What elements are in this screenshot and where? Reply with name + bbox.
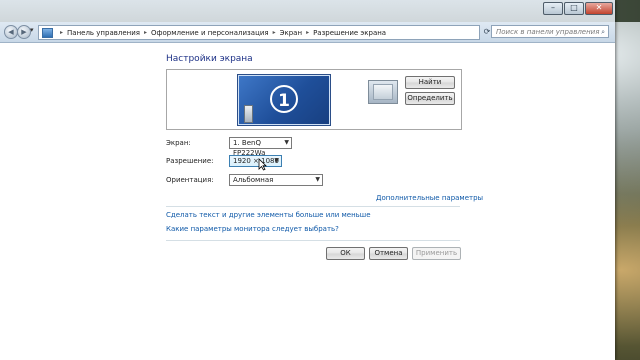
resolution-label: Разрешение: xyxy=(166,157,214,165)
control-panel-window: – □ ✕ ◀ ▶ ▾ ▸ Панель управления ▸ Оформл… xyxy=(0,0,615,360)
search-placeholder: Поиск в панели управления xyxy=(496,28,600,36)
breadcrumb-item-control-panel[interactable]: Панель управления xyxy=(67,29,140,37)
maximize-button[interactable]: □ xyxy=(564,2,584,15)
screen-select[interactable]: 1. BenQ FP222Wa ▼ xyxy=(229,137,292,157)
breadcrumb-item-display[interactable]: Экран xyxy=(280,29,302,37)
search-input[interactable]: Поиск в панели управления ⌕ xyxy=(491,25,609,38)
computer-icon xyxy=(244,105,253,123)
chevron-down-icon: ▼ xyxy=(315,176,320,183)
search-icon[interactable]: ⌕ xyxy=(601,26,605,39)
ok-button[interactable]: ОК xyxy=(326,247,365,260)
page-title: Настройки экрана xyxy=(166,54,253,64)
divider xyxy=(166,206,460,207)
resolution-select-value: 1920 × 1080 xyxy=(233,157,279,165)
chevron-down-icon: ▼ xyxy=(274,157,279,164)
control-panel-icon xyxy=(42,27,53,38)
monitor-help-link[interactable]: Какие параметры монитора следует выбрать… xyxy=(166,225,339,233)
breadcrumb-separator-icon[interactable]: ▸ xyxy=(273,29,276,36)
find-button[interactable]: Найти xyxy=(405,76,455,89)
breadcrumb-separator-icon[interactable]: ▸ xyxy=(60,29,63,36)
title-bar[interactable]: – □ ✕ xyxy=(0,0,615,22)
orientation-select-value: Альбомная xyxy=(233,176,274,184)
breadcrumb-separator-icon[interactable]: ▸ xyxy=(144,29,147,36)
minimize-button[interactable]: – xyxy=(543,2,563,15)
breadcrumb-item-appearance[interactable]: Оформление и персонализация xyxy=(151,29,269,37)
back-button[interactable]: ◀ xyxy=(4,25,18,39)
breadcrumb-separator-icon[interactable]: ▸ xyxy=(306,29,309,36)
divider xyxy=(166,240,460,241)
recent-pages-icon[interactable]: ▾ xyxy=(30,26,34,34)
monitor-1-tile[interactable]: 1 xyxy=(237,74,398,126)
cancel-button[interactable]: Отмена xyxy=(369,247,408,260)
monitor-icon xyxy=(368,80,398,104)
screen-label: Экран: xyxy=(166,139,191,147)
forward-button[interactable]: ▶ xyxy=(17,25,31,39)
breadcrumb-item-resolution[interactable]: Разрешение экрана xyxy=(313,29,386,37)
orientation-select[interactable]: Альбомная ▼ xyxy=(229,174,323,186)
advanced-settings-link[interactable]: Дополнительные параметры xyxy=(376,194,483,202)
identify-button[interactable]: Определить xyxy=(405,92,455,105)
breadcrumb[interactable]: ▸ Панель управления ▸ Оформление и персо… xyxy=(38,25,480,40)
chevron-down-icon: ▼ xyxy=(284,139,289,146)
text-size-link[interactable]: Сделать текст и другие элементы больше и… xyxy=(166,211,371,219)
resolution-select[interactable]: 1920 × 1080 ▼ xyxy=(229,155,282,167)
address-toolbar: ◀ ▶ ▾ ▸ Панель управления ▸ Оформление и… xyxy=(0,22,615,43)
monitor-number: 1 xyxy=(270,85,298,113)
orientation-label: Ориентация: xyxy=(166,176,214,184)
monitor-layout-panel: 1 Найти Определить xyxy=(166,69,462,130)
close-button[interactable]: ✕ xyxy=(585,2,613,15)
window-controls: – □ ✕ xyxy=(543,2,613,15)
apply-button[interactable]: Применить xyxy=(412,247,461,260)
mouse-cursor-icon xyxy=(258,158,267,171)
